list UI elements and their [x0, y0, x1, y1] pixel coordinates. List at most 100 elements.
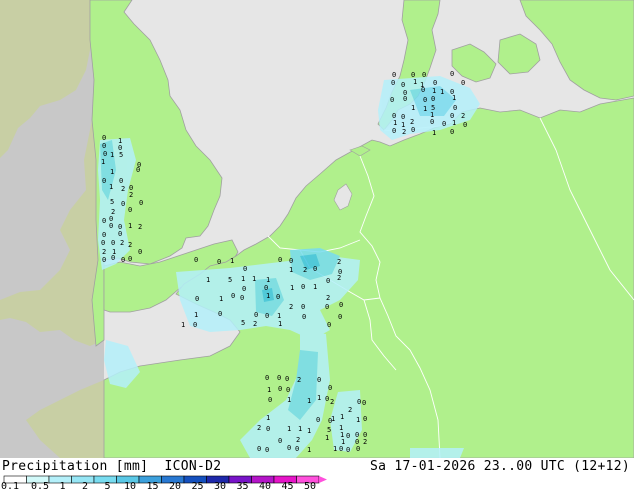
precip-value-marker: 1 [432, 129, 436, 137]
colorbar-tick-label: 0.5 [30, 481, 50, 492]
precip-value-marker: 1 [128, 222, 132, 230]
precip-value-marker: 1 [325, 434, 329, 442]
precip-value-marker: 0 [254, 311, 258, 319]
precip-value-marker: 1 [267, 386, 271, 394]
precip-value-marker: 0 [278, 256, 282, 264]
precip-value-marker: 0 [450, 70, 454, 78]
precip-value-marker: 0 [286, 386, 290, 394]
colorbar-tick-label: 0.1 [0, 481, 20, 492]
precip-value-marker: 1 [230, 257, 234, 265]
precip-value-marker: 0 [111, 239, 115, 247]
colorbar-tick-label: 30 [213, 481, 227, 492]
forecast-datetime: Sa 17-01-2026 23..00 UTC (12+12) [369, 459, 630, 474]
precip-value-marker: 2 [337, 258, 341, 266]
precip-value-marker: 0 [264, 284, 268, 292]
precip-value-marker: 2 [121, 185, 125, 193]
map-footer: Precipitation [mm] ICON-D2 Sa 17-01-2026… [0, 458, 634, 492]
precip-value-marker: 0 [390, 96, 394, 104]
precip-value-marker: 0 [422, 71, 426, 79]
colorbar-tick-label: 50 [303, 481, 317, 492]
precip-value-marker: 0 [301, 283, 305, 291]
precip-value-marker: 5 [241, 319, 245, 327]
precip-value-marker: 0 [356, 445, 360, 453]
precip-value-marker: 0 [301, 303, 305, 311]
precip-value-marker: 2 [461, 112, 465, 120]
precip-value-marker: 1 [277, 312, 281, 320]
precip-value-marker: 1 [101, 158, 105, 166]
precip-value-marker: 0 [392, 127, 396, 135]
precip-value-marker: 0 [101, 239, 105, 247]
precip-value-marker: 0 [109, 222, 113, 230]
precip-value-marker: 2 [253, 320, 257, 328]
colorbar-tick-label: 35 [236, 481, 249, 492]
precip-value-marker: 0 [317, 376, 321, 384]
precip-value-marker: 0 [433, 79, 437, 87]
precip-value-marker: 0 [357, 398, 361, 406]
colorbar-tick-label: 1 [59, 481, 66, 492]
precip-value-marker: 0 [128, 255, 132, 263]
precip-value-marker: 0 [242, 285, 246, 293]
precip-value-marker: 0 [266, 425, 270, 433]
precip-value-marker: 2 [330, 398, 334, 406]
precip-value-marker: 0 [217, 258, 221, 266]
model-label: ICON-D2 [164, 459, 222, 474]
precip-value-marker: 0 [257, 445, 261, 453]
precip-value-marker: 1 [219, 295, 223, 303]
precip-value-marker: 1 [313, 283, 317, 291]
precip-value-marker: 0 [442, 120, 446, 128]
precip-value-marker: 0 [102, 142, 106, 150]
precip-value-marker: 0 [326, 277, 330, 285]
precip-value-marker: 2 [402, 128, 406, 136]
precip-value-marker: 1 [356, 416, 360, 424]
precip-value-marker: 1 [266, 414, 270, 422]
precip-value-marker: 0 [338, 313, 342, 321]
precip-value-marker: 1 [290, 284, 294, 292]
map-title: Precipitation [mm] ICON-D2 [2, 459, 221, 474]
precip-value-marker: 0 [218, 310, 222, 318]
precip-value-marker: 0 [287, 444, 291, 452]
precip-value-marker: 0 [102, 134, 106, 142]
precip-value-marker: 0 [339, 445, 343, 453]
precip-value-marker: 0 [430, 118, 434, 126]
precip-value-marker: 1 [289, 266, 293, 274]
precip-value-marker: 1 [252, 275, 256, 283]
precipitation-map[interactable]: 0100015101000120250020000012000022210000… [0, 0, 634, 458]
colorbar-tick-label: 15 [146, 481, 159, 492]
precip-value-marker: 2 [257, 424, 261, 432]
precip-value-marker: 0 [138, 248, 142, 256]
precip-value-marker: 0 [102, 231, 106, 239]
precip-value-marker: 0 [265, 374, 269, 382]
precip-value-marker: 1 [206, 276, 210, 284]
precip-value-marker: 0 [392, 71, 396, 79]
precip-value-marker: 0 [362, 399, 366, 407]
precip-value-marker: 0 [119, 177, 123, 185]
precip-value-marker: 1 [109, 183, 113, 191]
precip-value-marker: 2 [296, 436, 300, 444]
precip-value-marker: 1 [298, 425, 302, 433]
precip-value-marker: 2 [128, 241, 132, 249]
colorbar-tick-label: 10 [123, 481, 137, 492]
precip-value-marker: 1 [452, 94, 456, 102]
precip-value-marker: 0 [302, 313, 306, 321]
precip-value-marker: 1 [307, 446, 311, 454]
precip-value-marker: 0 [450, 128, 454, 136]
precip-value-marker: 0 [325, 303, 329, 311]
precip-value-marker: 1 [331, 415, 335, 423]
precip-value-marker: 2 [289, 303, 293, 311]
precip-value-marker: 0 [278, 437, 282, 445]
precip-value-marker: 0 [102, 217, 106, 225]
precip-value-marker: 1 [287, 396, 291, 404]
precip-value-marker: 0 [453, 104, 457, 112]
precip-value-marker: 0 [423, 96, 427, 104]
precip-value-marker: 0 [463, 121, 467, 129]
precip-value-marker: 0 [102, 256, 106, 264]
precip-value-marker: 0 [421, 86, 425, 94]
precip-value-marker: 0 [243, 265, 247, 273]
precip-value-marker: 0 [328, 384, 332, 392]
precip-value-marker: 0 [411, 126, 415, 134]
precip-value-marker: 1 [432, 87, 436, 95]
precip-value-marker: 1 [110, 168, 114, 176]
precip-value-marker: 1 [423, 105, 427, 113]
colorbar-tick-label: 40 [258, 481, 272, 492]
precip-value-marker: 2 [410, 118, 414, 126]
